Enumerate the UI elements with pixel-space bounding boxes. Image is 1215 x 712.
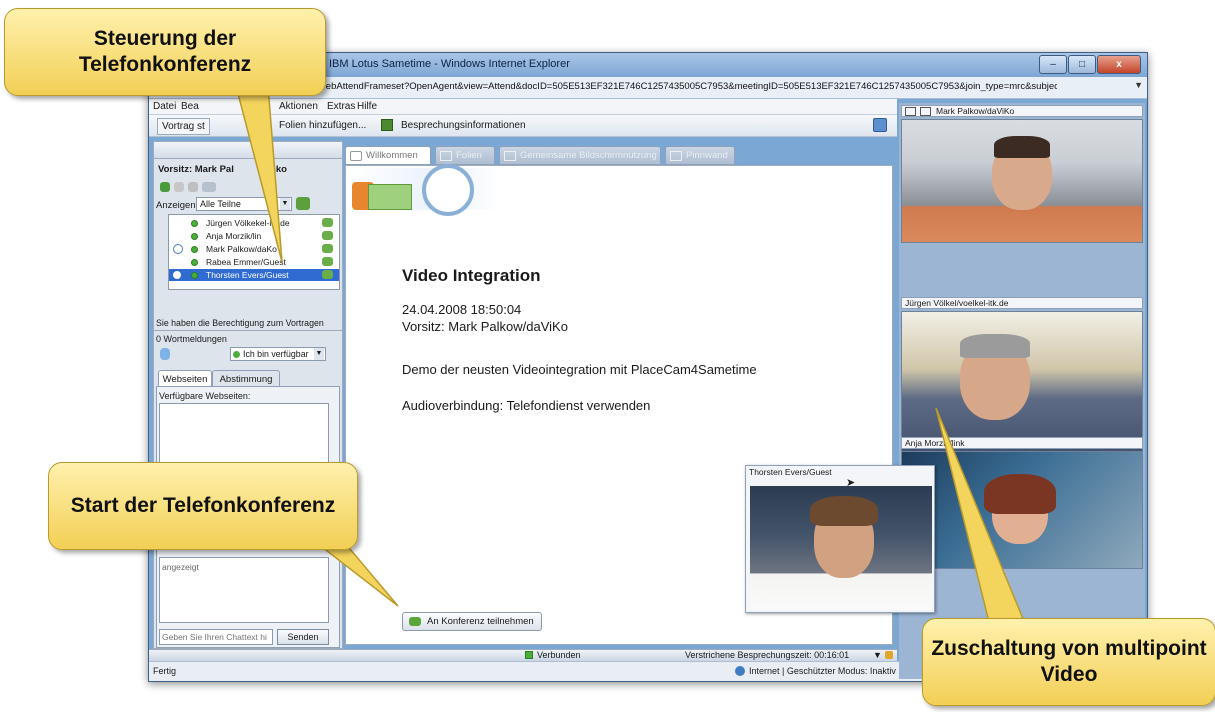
- pointer-control: [235, 85, 283, 263]
- callout-control: Steuerung der Telefonkonferenz: [4, 8, 326, 96]
- callout-multipoint: Zuschaltung von multipoint Video: [922, 618, 1215, 706]
- callout-start: Start der Telefonkonferenz: [48, 462, 358, 550]
- callout-pointers: [235, 85, 1028, 627]
- pointer-multipoint: [935, 407, 1028, 627]
